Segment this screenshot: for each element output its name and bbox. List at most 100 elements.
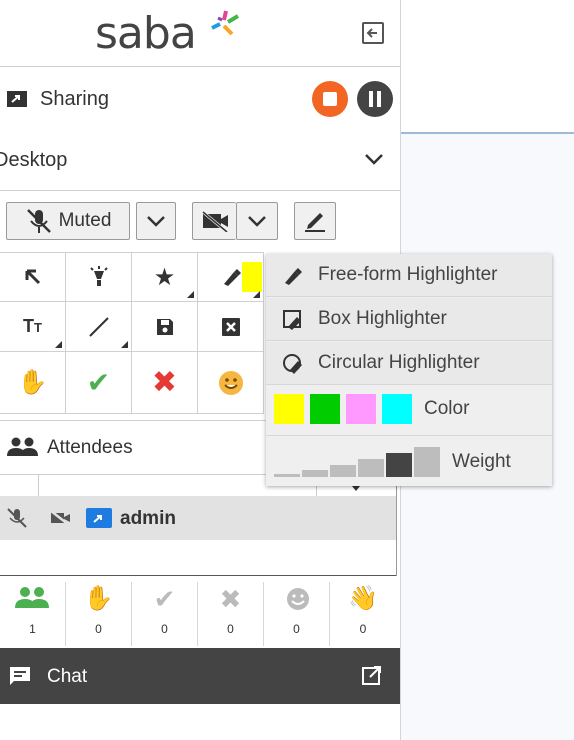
free-form-highlighter-option[interactable]: Free-form Highlighter (266, 254, 552, 297)
logo-text: saba (95, 8, 197, 59)
mic-muted-icon (7, 508, 27, 528)
circular-highlighter-label: Circular Highlighter (318, 352, 480, 373)
wave-icon: 👋 (348, 585, 378, 612)
pointer-tool[interactable] (0, 252, 66, 302)
text-tool[interactable]: TT (0, 302, 66, 352)
present-count: 1 (29, 622, 36, 636)
raise-hand-button[interactable]: ✋ (0, 352, 66, 414)
weight-option-5[interactable] (386, 453, 412, 477)
stat-raised-hands[interactable]: ✋ 0 (66, 582, 132, 646)
highlighter-menu: Free-form Highlighter Box Highlighter Ci… (266, 254, 552, 486)
pause-sharing-button[interactable] (357, 81, 393, 117)
save-tool[interactable] (132, 302, 198, 352)
check-icon: ✔ (153, 584, 176, 614)
weight-label: Weight (452, 451, 511, 472)
wave-count: 0 (359, 622, 367, 636)
mic-muted-icon (26, 209, 51, 233)
pop-out-icon[interactable] (361, 665, 383, 687)
agree-count: 0 (161, 622, 168, 636)
box-highlighter-option[interactable]: Box Highlighter (266, 298, 552, 341)
camera-off-icon (201, 210, 228, 232)
people-icon (7, 437, 38, 456)
weight-row: Weight (266, 437, 552, 486)
share-source-value: Desktop (0, 149, 68, 171)
smiley-icon (287, 588, 309, 610)
stamp-tool[interactable]: ★ (132, 252, 198, 302)
stat-disagree[interactable]: ✖ 0 (198, 582, 264, 646)
sort-arrow-icon[interactable] (352, 486, 360, 491)
color-row: Color (266, 386, 552, 436)
camera-off-icon (50, 510, 70, 526)
weight-option-1[interactable] (274, 474, 300, 477)
logo-spark-icon (211, 10, 240, 36)
save-icon (156, 318, 173, 335)
arrow-pointer-icon (25, 269, 40, 285)
free-form-highlighter-label: Free-form Highlighter (318, 264, 498, 285)
sharing-label: Sharing (40, 88, 109, 110)
color-label: Color (424, 398, 470, 419)
chat-label: Chat (47, 666, 88, 687)
saba-logo: saba (95, 8, 197, 59)
highlighter-color-swatch (242, 262, 262, 292)
star-icon: ★ (153, 263, 176, 291)
color-swatch-cyan[interactable] (382, 394, 412, 424)
raise-hand-icon: ✋ (17, 369, 48, 396)
agree-button[interactable]: ✔ (66, 352, 132, 414)
chat-header[interactable]: Chat (0, 648, 400, 704)
chevron-down-icon (248, 216, 266, 227)
screen-share-icon (7, 91, 27, 107)
attendee-row[interactable]: admin (0, 496, 396, 540)
weight-option-3[interactable] (330, 465, 356, 477)
clear-tool[interactable] (198, 302, 264, 352)
cross-icon: ✖ (151, 366, 178, 399)
circular-highlighter-option[interactable]: Circular Highlighter (266, 342, 552, 385)
stat-present[interactable]: 1 (0, 582, 66, 646)
spotlight-tool[interactable] (66, 252, 132, 302)
hand-icon: ✋ (83, 585, 114, 612)
highlighter-icon (285, 268, 302, 285)
color-swatch-green[interactable] (310, 394, 340, 424)
highlighter-tool[interactable] (198, 252, 264, 302)
spotlight-icon (89, 266, 108, 286)
stat-wave[interactable]: 👋 0 (330, 582, 396, 646)
share-source-dropdown[interactable]: Desktop (0, 132, 400, 188)
people-icon (15, 587, 49, 608)
stop-icon (323, 92, 337, 106)
check-icon: ✔ (86, 367, 111, 398)
text-size-icon: TT (23, 316, 42, 336)
color-swatch-yellow[interactable] (274, 394, 304, 424)
box-highlighter-icon (283, 310, 301, 330)
disagree-button[interactable]: ✖ (132, 352, 198, 414)
stop-sharing-button[interactable] (312, 81, 348, 117)
clear-icon (221, 317, 240, 336)
camera-toggle-button[interactable] (192, 202, 236, 240)
highlighter-icon (224, 269, 241, 286)
smile-button[interactable] (198, 352, 264, 414)
stat-smile[interactable]: 0 (264, 582, 330, 646)
mute-toggle-button[interactable]: Muted (6, 202, 130, 240)
smiley-icon (218, 370, 243, 395)
weight-option-4[interactable] (358, 459, 384, 477)
annotate-toggle-button[interactable] (294, 202, 336, 240)
video-options-button[interactable] (236, 202, 278, 240)
weight-option-2[interactable] (302, 470, 328, 477)
stat-agree[interactable]: ✔ 0 (132, 582, 198, 646)
exit-icon[interactable] (362, 22, 384, 44)
attendee-name: admin (120, 508, 176, 529)
audio-options-button[interactable] (136, 202, 176, 240)
raised-hands-count: 0 (95, 622, 102, 636)
chat-icon (10, 667, 30, 685)
chevron-down-icon (365, 154, 383, 165)
content-header (400, 0, 574, 134)
mute-label: Muted (58, 210, 112, 231)
cross-icon: ✖ (219, 584, 242, 614)
box-highlighter-label: Box Highlighter (318, 308, 447, 329)
pen-icon (305, 213, 325, 232)
presenter-share-icon (86, 508, 112, 528)
line-tool[interactable] (66, 302, 132, 352)
disagree-count: 0 (227, 622, 234, 636)
weight-option-6[interactable] (414, 447, 440, 477)
pause-icon (369, 91, 373, 107)
attendees-label: Attendees (47, 437, 133, 458)
color-swatch-pink[interactable] (346, 394, 376, 424)
